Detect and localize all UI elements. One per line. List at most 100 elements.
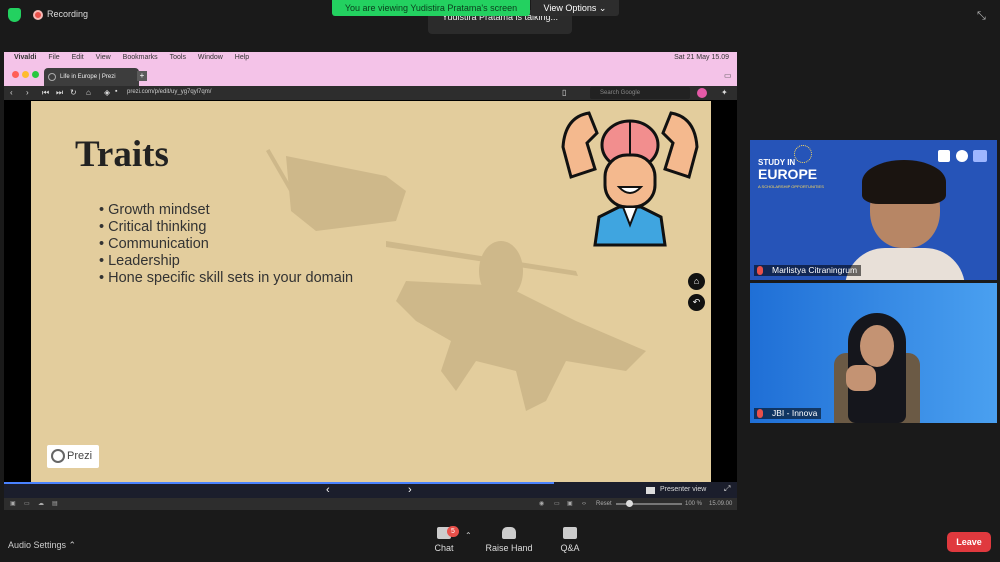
signing-hands (846, 365, 876, 391)
recording-icon (33, 10, 43, 20)
exit-fullscreen-icon[interactable]: ⤡ (977, 10, 989, 22)
chat-unread-badge: 5 (447, 526, 459, 537)
panel-toggle-icon[interactable]: ▣ (10, 498, 16, 510)
menu-edit[interactable]: Edit (72, 52, 84, 64)
list-item: Leadership (99, 253, 353, 270)
recording-label: Recording (47, 9, 89, 19)
mic-muted-icon (757, 409, 763, 418)
window-icon[interactable]: ▭ (24, 498, 30, 510)
previous-slide-button[interactable]: ‹ (326, 484, 330, 496)
shield-icon[interactable] (8, 8, 21, 22)
view-options-button[interactable]: View Options ⌄ (531, 0, 619, 16)
menu-tools[interactable]: Tools (170, 52, 186, 64)
media-icon[interactable]: ▤ (52, 498, 58, 510)
url-input[interactable]: prezi.com/p/edit/uy_yg7qyl7qm/ (127, 89, 211, 95)
partner-logo-icon (973, 150, 987, 162)
menu-help[interactable]: Help (235, 52, 249, 64)
hand-icon (502, 527, 516, 539)
trash-icon[interactable]: ▭ (724, 71, 732, 80)
partner-logo-icon (956, 150, 968, 162)
menu-window[interactable]: Window (198, 52, 223, 64)
profile-avatar[interactable] (697, 88, 707, 98)
banner-line3: A SCHOLARSHIP OPPORTUNITIES (758, 184, 824, 189)
app-name[interactable]: Vivaldi (14, 52, 36, 64)
home-slide-button[interactable]: ⌂ (688, 273, 705, 290)
forward-icon[interactable]: › (26, 88, 29, 97)
reload-icon[interactable]: ↻ (70, 88, 77, 97)
mac-menubar: Vivaldi File Edit View Bookmarks Tools W… (4, 52, 737, 64)
participant-tile-jbi[interactable]: JBI - Innova (750, 283, 997, 423)
prezi-logo: Prezi (47, 445, 99, 468)
menu-bookmarks[interactable]: Bookmarks (123, 52, 158, 64)
prezi-logo-text: Prezi (67, 450, 93, 462)
participant-face (860, 325, 894, 367)
shared-screen: Vivaldi File Edit View Bookmarks Tools W… (4, 52, 737, 510)
tab-life-in-europe[interactable]: Life in Europe | Prezi (44, 68, 139, 86)
prezi-logo-icon (51, 449, 65, 463)
slide-title: Traits (75, 134, 169, 175)
bookmark-icon[interactable]: ▯ (562, 88, 566, 97)
menu-file[interactable]: File (48, 52, 59, 64)
presenter-bar (4, 482, 737, 498)
presenter-view-button[interactable]: Presenter view (660, 486, 706, 493)
shield-icon[interactable]: ◈ (104, 88, 110, 97)
lock-icon: ▪ (115, 88, 118, 95)
participant-name-tag: Marlistya Citraningrum (754, 265, 862, 276)
partner-logo-icon (938, 150, 950, 162)
browser-status-bar: ▣ ▭ ☁ ▤ ◉ ▭ ▣ ‹› Reset 100 % 15.09.00 (4, 498, 737, 510)
prezi-favicon-icon (48, 73, 56, 81)
home-icon[interactable]: ⌂ (86, 88, 91, 97)
prezi-slide: Traits Growth mindset Critical thinking … (31, 101, 711, 482)
banner-line2: EUROPE (758, 166, 818, 182)
close-window-icon[interactable] (12, 71, 19, 78)
participant-hair (862, 160, 946, 204)
rewind-icon[interactable]: ⏮ (42, 88, 49, 98)
menubar-clock: Sat 21 May 15.09 (674, 54, 729, 61)
participant-tile-marlistya[interactable]: STUDY IN EUROPE A SCHOLARSHIP OPPORTUNIT… (750, 140, 997, 280)
extensions-icon[interactable]: ✦ (721, 88, 728, 97)
back-icon[interactable]: ‹ (10, 88, 13, 97)
eu-stars-icon (794, 145, 812, 163)
new-tab-button[interactable]: + (137, 71, 147, 81)
list-item: Communication (99, 236, 353, 253)
menu-list: Vivaldi File Edit View Bookmarks Tools W… (14, 52, 259, 64)
qa-button[interactable]: Q&A (540, 527, 600, 553)
next-slide-button[interactable]: › (408, 484, 412, 496)
mic-muted-icon (757, 266, 763, 275)
presenter-view-icon[interactable] (646, 487, 655, 494)
tab-title: Life in Europe | Prezi (60, 74, 116, 80)
viewing-screen-banner: You are viewing Yudistira Pratama's scre… (332, 0, 530, 16)
code-icon[interactable]: ‹› (582, 498, 586, 510)
presentation-progress (4, 482, 554, 484)
fullscreen-icon[interactable]: ⤢ (724, 484, 730, 494)
list-item: Hone specific skill sets in your domain (99, 270, 353, 287)
qa-icon (563, 527, 577, 539)
participant-name: Marlistya Citraningrum (772, 265, 858, 275)
clock: 15.09.00 (709, 501, 733, 507)
search-input[interactable]: Search Google (590, 87, 690, 99)
image-icon[interactable]: ▣ (567, 498, 573, 510)
minimize-window-icon[interactable] (22, 71, 29, 78)
brain-muscle-illustration-icon (561, 111, 699, 247)
zoom-level: 100 % (685, 501, 703, 507)
page-tiling-icon[interactable]: ▭ (554, 498, 560, 510)
fast-forward-icon[interactable]: ⏭ (56, 88, 63, 98)
list-item: Critical thinking (99, 219, 353, 236)
leave-button[interactable]: Leave (947, 532, 991, 552)
qa-label: Q&A (560, 543, 580, 553)
zoom-window-icon[interactable] (32, 71, 39, 78)
raise-hand-button[interactable]: Raise Hand (479, 527, 539, 553)
raise-hand-label: Raise Hand (485, 543, 533, 553)
reset-zoom-button[interactable]: Reset (596, 498, 612, 510)
menu-view[interactable]: View (96, 52, 111, 64)
participant-name: JBI - Innova (772, 408, 818, 418)
trait-list: Growth mindset Critical thinking Communi… (99, 202, 353, 287)
audio-settings-button[interactable]: Audio Settings ⌃ (8, 540, 76, 551)
chat-label: Chat (434, 543, 454, 553)
zoom-slider-handle[interactable] (626, 500, 633, 507)
camera-icon[interactable]: ◉ (539, 498, 544, 510)
list-item: Growth mindset (99, 202, 353, 219)
chevron-up-icon[interactable]: ⌃ (465, 531, 472, 540)
cloud-icon[interactable]: ☁ (38, 498, 44, 510)
zoom-out-button[interactable]: ↶ (688, 294, 705, 311)
